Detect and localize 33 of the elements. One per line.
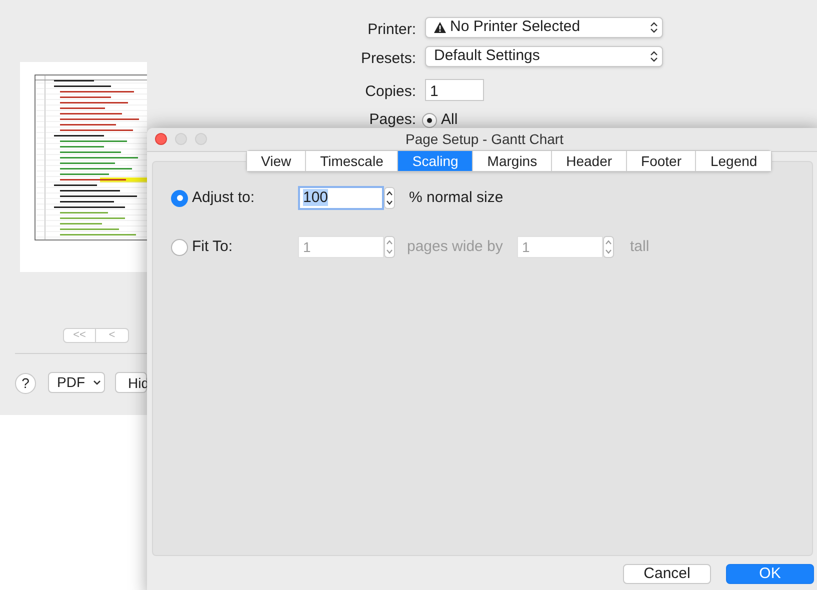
tab[interactable]: Margins [472, 151, 552, 171]
tab[interactable]: Legend [695, 151, 772, 171]
ok-button[interactable]: OK [726, 564, 814, 584]
option-label: Adjust to: [192, 188, 256, 208]
field-label: Pages: [369, 110, 416, 130]
scale-field[interactable]: 100 [298, 186, 384, 210]
stepper-icon[interactable] [384, 187, 395, 209]
option-label: All [441, 110, 458, 130]
printer-popup[interactable]: No Printer Selected [425, 17, 663, 38]
field-label: Presets: [360, 49, 416, 69]
copies-field[interactable]: 1 [425, 79, 484, 101]
tab[interactable]: Timescale [305, 151, 398, 171]
presets-popup[interactable]: Default Settings [425, 46, 663, 67]
cancel-button[interactable]: Cancel [623, 564, 711, 584]
pdf-menu-button[interactable]: PDF [48, 372, 105, 393]
warning-icon [434, 22, 446, 33]
tab[interactable]: Scaling [397, 151, 472, 171]
field-label: Printer: [368, 20, 416, 40]
radio-button[interactable] [422, 112, 437, 128]
unit-label: % normal size [409, 188, 504, 208]
window-title: Page Setup - Gantt Chart [406, 130, 564, 149]
tab[interactable]: Header [551, 151, 626, 171]
updown-icon [650, 21, 658, 34]
tab[interactable]: Footer [626, 151, 696, 171]
unit-label: pages wide by [407, 237, 504, 257]
help-button[interactable]: ? [15, 373, 36, 394]
updown-icon [650, 50, 658, 63]
close-button[interactable] [155, 133, 167, 145]
chevron-down-icon [93, 380, 101, 385]
option-label: Fit To: [192, 237, 234, 257]
tab[interactable]: View [247, 151, 306, 171]
field-label: Copies: [365, 82, 416, 102]
unit-label: tall [630, 237, 650, 257]
